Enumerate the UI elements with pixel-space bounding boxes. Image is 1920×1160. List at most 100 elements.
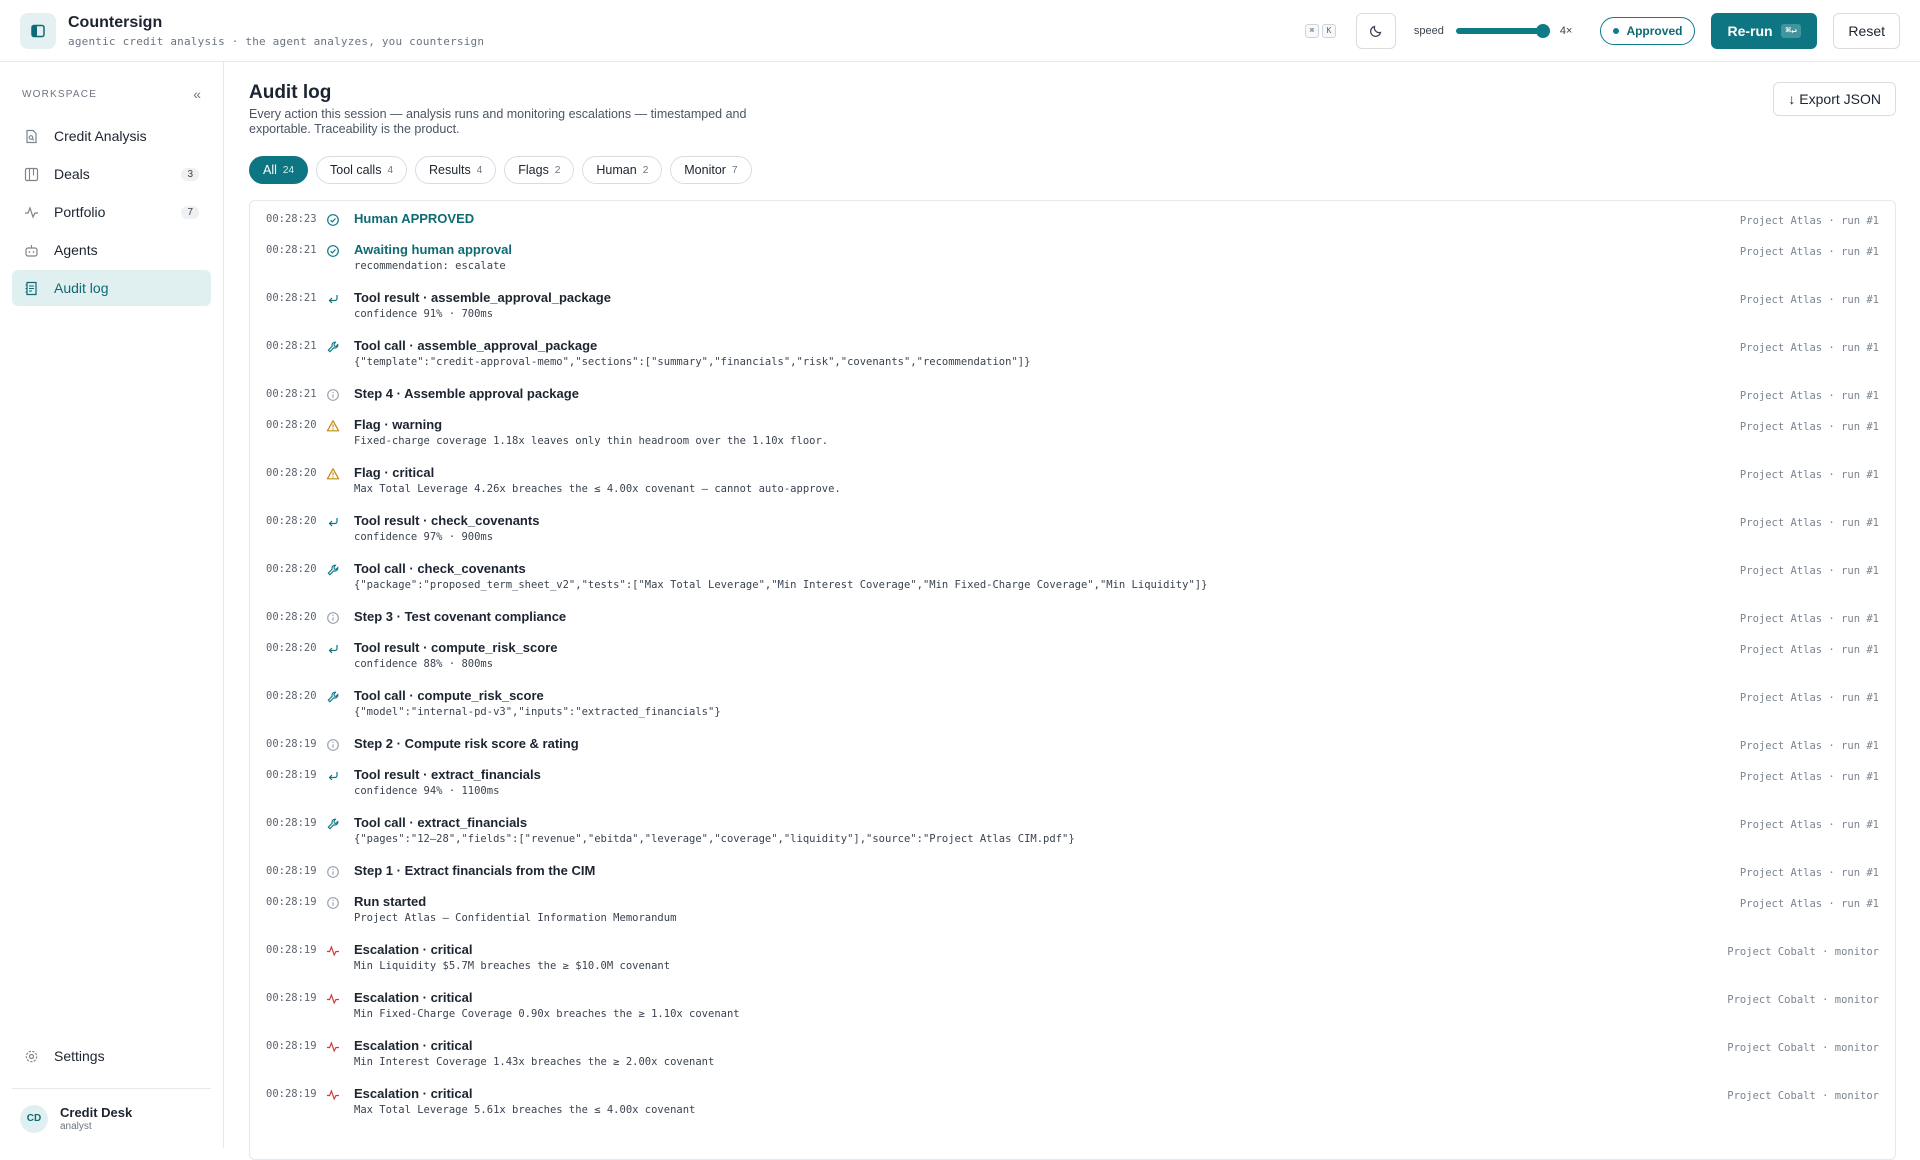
log-row[interactable]: 00:28:19 Escalation · critical Min Fixed-C… xyxy=(250,980,1895,1028)
sidebar-item-portfolio[interactable]: Portfolio 7 xyxy=(12,194,211,230)
log-row[interactable]: 00:28:21 Awaiting human approval recommend… xyxy=(250,232,1895,280)
log-timestamp: 00:28:19 xyxy=(266,769,317,781)
log-row[interactable]: 00:28:19 Tool call · extract_financials {"… xyxy=(250,805,1895,853)
log-row[interactable]: 00:28:19 Escalation · critical Min Liquidi… xyxy=(250,932,1895,980)
deals-count-badge: 3 xyxy=(181,167,199,181)
log-title: Escalation · critical xyxy=(354,1038,473,1053)
collapse-sidebar-icon[interactable]: « xyxy=(193,86,201,102)
settings-label: Settings xyxy=(54,1048,105,1064)
document-search-icon xyxy=(24,128,40,144)
log-timestamp: 00:28:19 xyxy=(266,738,317,750)
command-palette-shortcut[interactable]: ⌘ K xyxy=(1302,23,1336,38)
filter-count: 2 xyxy=(554,164,561,176)
log-row[interactable]: 00:28:20 Tool result · compute_risk_score… xyxy=(250,630,1895,678)
moon-icon xyxy=(1369,25,1382,37)
log-source: Project Atlas · run #1 xyxy=(1739,771,1879,783)
log-row[interactable]: 00:28:20 Tool result · check_covenants con… xyxy=(250,503,1895,551)
log-timestamp: 00:28:21 xyxy=(266,388,317,400)
gear-icon xyxy=(24,1048,40,1064)
log-row[interactable]: 00:28:21 Tool call · assemble_approval_pa… xyxy=(250,328,1895,376)
rerun-button[interactable]: Re-run ⌘↵ xyxy=(1711,12,1818,49)
wrench-icon xyxy=(326,551,342,599)
log-title: Step 2 · Compute risk score & rating xyxy=(354,736,579,751)
log-timestamp: 00:28:20 xyxy=(266,611,317,623)
log-row[interactable]: 00:28:19 Escalation · critical Min Interes… xyxy=(250,1028,1895,1076)
speed-slider[interactable] xyxy=(1455,23,1550,38)
sidebar-item-label: Agents xyxy=(54,242,98,258)
info-circle-icon xyxy=(326,884,342,932)
log-title: Tool result · extract_financials xyxy=(354,767,541,782)
filter-tool-calls[interactable]: Tool calls 4 xyxy=(316,156,408,184)
speed-slider-handle[interactable] xyxy=(1535,23,1550,38)
check-circle-icon xyxy=(326,201,342,232)
log-timestamp: 00:28:19 xyxy=(266,896,317,908)
wrench-icon xyxy=(326,678,342,726)
sidebar-item-credit-analysis[interactable]: Credit Analysis xyxy=(12,118,211,154)
log-row[interactable]: 00:28:21 Step 4 · Assemble approval packa… xyxy=(250,376,1895,407)
log-row[interactable]: 00:28:21 Tool result · assemble_approval_… xyxy=(250,280,1895,328)
log-detail: {"pages":"12–28","fields":["revenue","eb… xyxy=(354,833,1075,845)
log-row[interactable]: 00:28:20 Tool call · check_covenants {"pac… xyxy=(250,551,1895,599)
sidebar-item-audit-log[interactable]: Audit log xyxy=(12,270,211,306)
info-circle-icon xyxy=(326,599,342,630)
pulse-icon xyxy=(326,980,342,1028)
log-row[interactable]: 00:28:19 Step 1 · Extract financials from… xyxy=(250,853,1895,884)
theme-toggle-button[interactable] xyxy=(1355,12,1396,49)
sidebar-item-settings[interactable]: Settings xyxy=(12,1038,211,1074)
log-row[interactable]: 00:28:19 Run started Project Atlas — Confi… xyxy=(250,884,1895,932)
log-detail: recommendation: escalate xyxy=(354,260,506,272)
pulse-icon xyxy=(326,1076,342,1124)
log-title: Tool result · compute_risk_score xyxy=(354,640,558,655)
log-title: Escalation · critical xyxy=(354,990,473,1005)
log-source: Project Atlas · run #1 xyxy=(1739,565,1879,577)
log-source: Project Atlas · run #1 xyxy=(1739,898,1879,910)
return-arrow-icon xyxy=(326,757,342,805)
log-row[interactable]: 00:28:23 Human APPROVED Project Atlas · ru… xyxy=(250,201,1895,232)
log-source: Project Cobalt · monitor xyxy=(1727,994,1879,1006)
log-detail: Min Liquidity $5.7M breaches the ≥ $10.0… xyxy=(354,960,671,972)
filter-results[interactable]: Results 4 xyxy=(415,156,497,184)
log-title: Step 3 · Test covenant compliance xyxy=(354,609,567,624)
export-json-button[interactable]: ↓ Export JSON xyxy=(1773,82,1896,116)
sidebar-panel-icon xyxy=(31,24,45,37)
status-text: Approved xyxy=(1626,23,1683,38)
bot-icon xyxy=(24,242,40,258)
filter-human[interactable]: Human 2 xyxy=(582,156,663,184)
log-title: Tool result · check_covenants xyxy=(354,513,540,528)
user-name: Credit Desk xyxy=(60,1105,133,1120)
filter-monitor[interactable]: Monitor 7 xyxy=(670,156,752,184)
status-dot-icon xyxy=(1613,27,1620,34)
filter-count: 24 xyxy=(282,164,295,176)
warning-triangle-icon xyxy=(326,407,342,455)
filter-all[interactable]: All 24 xyxy=(249,156,309,184)
speed-value: 4× xyxy=(1559,24,1573,37)
log-row[interactable]: 00:28:19 Tool result · extract_financials… xyxy=(250,757,1895,805)
log-source: Project Atlas · run #1 xyxy=(1739,294,1879,306)
sidebar-item-agents[interactable]: Agents xyxy=(12,232,211,268)
user-profile[interactable]: CD Credit Desk analyst xyxy=(12,1088,211,1148)
log-source: Project Atlas · run #1 xyxy=(1739,342,1879,354)
log-timestamp: 00:28:20 xyxy=(266,467,317,479)
log-row[interactable]: 00:28:19 Step 2 · Compute risk score & ra… xyxy=(250,726,1895,757)
filter-flags[interactable]: Flags 2 xyxy=(504,156,575,184)
audit-log-list[interactable]: 00:28:23 Human APPROVED Project Atlas · ru… xyxy=(249,200,1896,1160)
log-row[interactable]: 00:28:20 Tool call · compute_risk_score {"… xyxy=(250,678,1895,726)
log-timestamp: 00:28:19 xyxy=(266,817,317,829)
sidebar-toggle-button[interactable] xyxy=(20,12,56,49)
log-source: Project Atlas · run #1 xyxy=(1739,215,1879,227)
reset-button[interactable]: Reset xyxy=(1833,12,1900,49)
wrench-icon xyxy=(326,328,342,376)
log-timestamp: 00:28:19 xyxy=(266,944,317,956)
log-source: Project Atlas · run #1 xyxy=(1739,390,1879,402)
filter-label: Tool calls xyxy=(330,163,382,177)
log-row[interactable]: 00:28:20 Step 3 · Test covenant complianc… xyxy=(250,599,1895,630)
workspace-label: WORKSPACE xyxy=(22,88,98,100)
log-row[interactable]: 00:28:19 Escalation · critical Max Total L… xyxy=(250,1076,1895,1124)
deals-board-icon xyxy=(24,166,40,182)
log-row[interactable]: 00:28:20 Flag · warning Fixed-charge cover… xyxy=(250,407,1895,455)
log-source: Project Atlas · run #1 xyxy=(1739,517,1879,529)
log-detail: Project Atlas — Confidential Information… xyxy=(354,912,677,924)
log-timestamp: 00:28:20 xyxy=(266,642,317,654)
sidebar-item-deals[interactable]: Deals 3 xyxy=(12,156,211,192)
log-row[interactable]: 00:28:20 Flag · critical Max Total Leverag… xyxy=(250,455,1895,503)
